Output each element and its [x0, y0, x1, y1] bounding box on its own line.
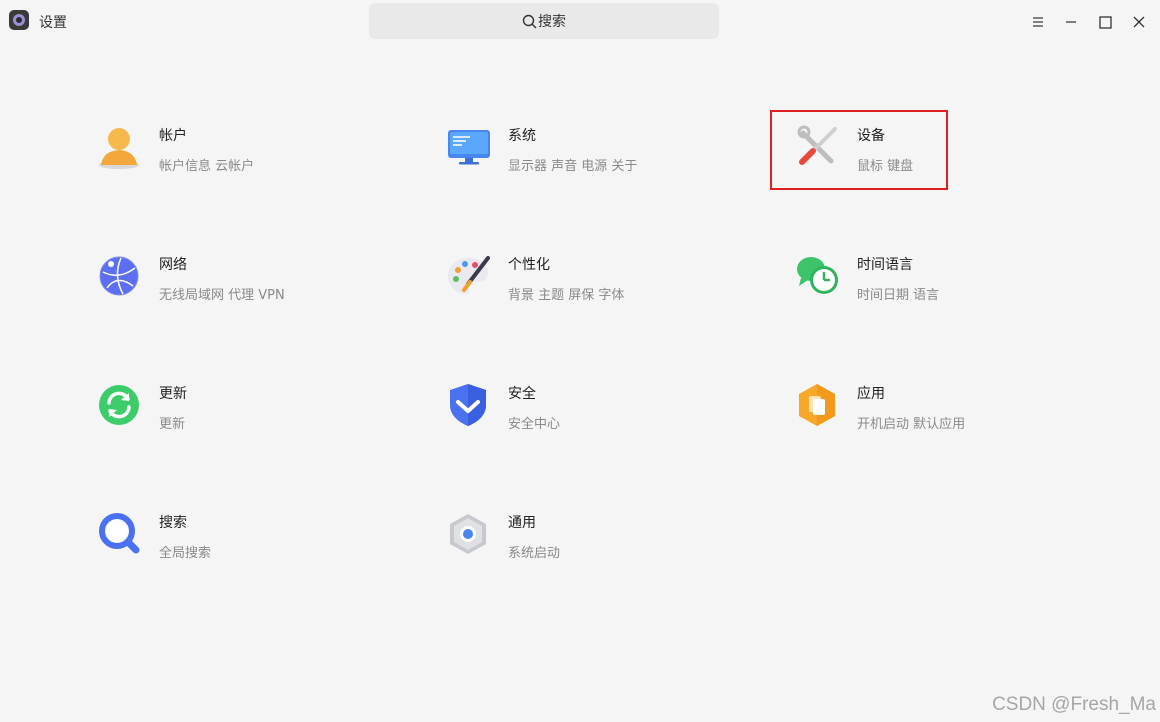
app-title: 设置 — [39, 15, 67, 31]
monitor-icon — [448, 130, 490, 165]
magnifier-icon — [99, 513, 140, 554]
search-placeholder: 搜索 — [538, 14, 566, 30]
item-title: 网络 — [159, 257, 187, 273]
settings-item-update[interactable]: 更新 更新 — [99, 383, 399, 453]
refresh-icon — [99, 385, 139, 425]
watermark: CSDN @Fresh_Ma — [992, 694, 1156, 715]
item-title: 搜索 — [159, 515, 187, 531]
item-title: 系统 — [508, 128, 536, 144]
palette-icon — [448, 256, 490, 294]
settings-item-time-language[interactable]: 时间语言 时间日期 语言 — [797, 254, 1097, 324]
item-subtitle: 帐户信息 云帐户 — [159, 159, 255, 174]
globe-icon — [99, 256, 139, 296]
settings-item-personalization[interactable]: 个性化 背景 主题 屏保 字体 — [448, 254, 748, 324]
item-subtitle: 背景 主题 屏保 字体 — [508, 288, 625, 303]
maximize-icon — [1098, 15, 1112, 29]
minimize-icon — [1066, 21, 1076, 23]
item-subtitle: 无线局域网 代理 VPN — [159, 288, 285, 303]
account-icon — [99, 128, 139, 169]
item-subtitle: 显示器 声音 电源 关于 — [508, 159, 638, 174]
settings-item-general[interactable]: 通用 系统启动 — [448, 512, 748, 582]
title-bar: 设置 搜索 — [0, 0, 1160, 44]
menu-button[interactable] — [1026, 10, 1050, 34]
search-icon — [522, 14, 537, 28]
item-subtitle: 安全中心 — [508, 417, 561, 432]
item-title: 通用 — [508, 515, 536, 531]
hexagon-app-icon — [799, 384, 835, 426]
item-subtitle: 全局搜索 — [159, 546, 212, 561]
settings-item-account[interactable]: 帐户 帐户信息 云帐户 — [99, 125, 399, 195]
item-title: 时间语言 — [857, 257, 913, 273]
item-subtitle: 时间日期 语言 — [857, 288, 940, 303]
clock-chat-icon — [797, 257, 838, 294]
item-title: 应用 — [857, 386, 885, 402]
settings-item-security[interactable]: 安全 安全中心 — [448, 383, 748, 453]
item-subtitle: 开机启动 默认应用 — [857, 417, 966, 432]
search-input[interactable]: 搜索 — [369, 3, 719, 39]
settings-app-icon — [9, 10, 29, 30]
close-button[interactable] — [1127, 10, 1151, 34]
settings-item-search[interactable]: 搜索 全局搜索 — [99, 512, 399, 582]
settings-item-network[interactable]: 网络 无线局域网 代理 VPN — [99, 254, 399, 324]
close-icon — [1133, 16, 1145, 28]
item-title: 安全 — [508, 386, 536, 402]
settings-item-apps[interactable]: 应用 开机启动 默认应用 — [797, 383, 1097, 453]
item-subtitle: 更新 — [159, 417, 186, 432]
item-title: 个性化 — [508, 257, 550, 273]
settings-item-system[interactable]: 系统 显示器 声音 电源 关于 — [448, 125, 748, 195]
hamburger-menu-icon — [1033, 17, 1043, 27]
minimize-button[interactable] — [1059, 10, 1083, 34]
red-highlight-box — [770, 110, 948, 190]
item-title: 帐户 — [159, 128, 187, 144]
item-title: 更新 — [159, 386, 187, 402]
shield-icon — [450, 384, 486, 426]
hex-nut-icon — [450, 514, 486, 554]
maximize-button[interactable] — [1093, 10, 1117, 34]
item-subtitle: 系统启动 — [508, 546, 561, 561]
